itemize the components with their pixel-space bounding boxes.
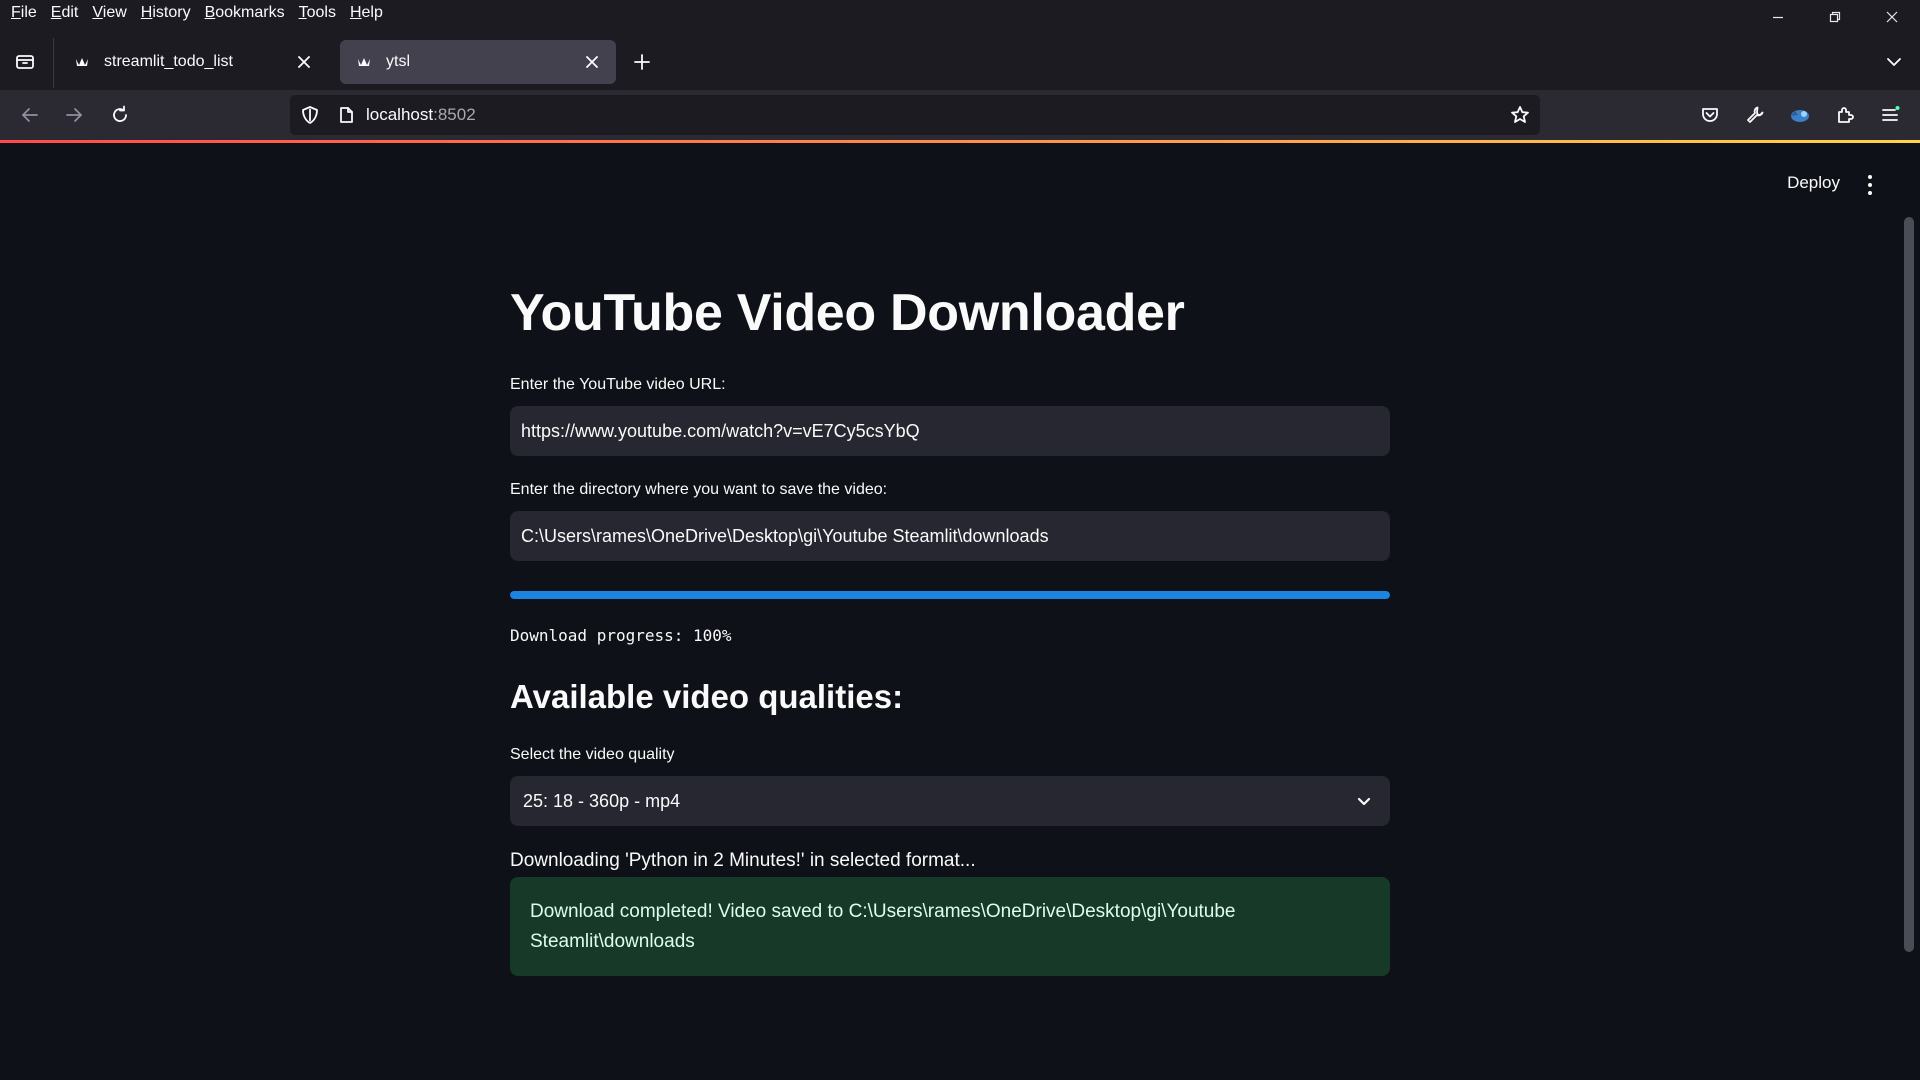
- close-icon: [586, 56, 598, 68]
- tab-title: streamlit_todo_list: [104, 53, 233, 70]
- menu-history[interactable]: History: [134, 1, 198, 25]
- extension-avatar-button[interactable]: [1782, 97, 1818, 133]
- back-button[interactable]: [12, 97, 48, 133]
- extensions-button[interactable]: [1827, 97, 1863, 133]
- kebab-menu-icon: [1868, 175, 1872, 179]
- quality-select-value: 25: 18 - 360p - mp4: [523, 791, 681, 811]
- back-arrow-icon: [22, 108, 38, 122]
- page-icon: [340, 107, 353, 123]
- qualities-heading: Available video qualities:: [510, 678, 904, 715]
- page-scrollbar[interactable]: [1904, 217, 1914, 952]
- menu-file[interactable]: File: [4, 1, 44, 25]
- url-text[interactable]: localhost:8502: [366, 95, 476, 135]
- url-host: localhost: [366, 105, 434, 124]
- tracking-protection-button[interactable]: [298, 103, 322, 127]
- deploy-button[interactable]: Deploy: [1787, 173, 1840, 193]
- success-alert: Download completed! Video saved to C:\Us…: [510, 877, 1390, 976]
- menu-bookmarks[interactable]: Bookmarks: [198, 1, 292, 25]
- restore-button[interactable]: [1806, 0, 1863, 34]
- streamlit-favicon: [74, 53, 92, 71]
- address-bar[interactable]: localhost:8502: [290, 95, 1540, 135]
- close-icon: [1886, 11, 1897, 23]
- devtools-button[interactable]: [1737, 97, 1773, 133]
- menu-tools[interactable]: Tools: [292, 1, 343, 25]
- progress-text: Download progress: 100%: [510, 626, 732, 645]
- tab-streamlit-todo-list[interactable]: streamlit_todo_list: [58, 40, 328, 84]
- url-input-label: Enter the YouTube video URL:: [510, 376, 726, 393]
- streamlit-app: Deploy YouTube Video Downloader Enter th…: [0, 143, 1920, 1080]
- minimize-icon: [1772, 16, 1783, 19]
- directory-input[interactable]: C:\Users\rames\OneDrive\Desktop\gi\Youtu…: [510, 511, 1390, 561]
- page-title: YouTube Video Downloader: [510, 284, 1185, 342]
- window-controls: [1749, 0, 1920, 34]
- reload-button[interactable]: [102, 97, 138, 133]
- menu-edit[interactable]: Edit: [44, 1, 86, 25]
- tab-close-button[interactable]: [580, 50, 604, 74]
- close-icon: [298, 56, 310, 68]
- plus-icon: [634, 54, 650, 70]
- directory-input-label: Enter the directory where you want to sa…: [510, 481, 888, 498]
- download-progress-bar: [510, 591, 1390, 599]
- quality-select[interactable]: 25: 18 - 360p - mp4: [510, 776, 1390, 826]
- success-message: Download completed! Video saved to C:\Us…: [530, 901, 1236, 952]
- menu-view[interactable]: View: [85, 1, 133, 25]
- kebab-dot: [1868, 191, 1872, 195]
- reload-icon: [113, 105, 127, 122]
- new-tab-button[interactable]: [626, 46, 658, 78]
- forward-arrow-icon: [66, 108, 82, 122]
- list-all-tabs-button[interactable]: [1878, 46, 1910, 78]
- minimize-button[interactable]: [1749, 0, 1806, 34]
- url-port: :8502: [433, 105, 476, 124]
- tab-title: ytsl: [386, 53, 410, 70]
- chevron-down-icon: [1352, 789, 1376, 813]
- hamburger-menu-icon: [1882, 106, 1900, 121]
- wrench-icon: [1747, 106, 1764, 123]
- forward-button[interactable]: [56, 97, 92, 133]
- navigation-toolbar: localhost:8502: [0, 90, 1920, 140]
- restore-icon: [1829, 11, 1840, 23]
- progress-fill: [510, 591, 1390, 599]
- pocket-icon: [1702, 108, 1718, 122]
- browser-chrome: File Edit View History Bookmarks Tools H…: [0, 0, 1920, 143]
- extensions-icon: [1838, 107, 1854, 123]
- tab-list-button[interactable]: [8, 44, 42, 78]
- tab-close-button[interactable]: [292, 50, 316, 74]
- site-info-button[interactable]: [334, 103, 358, 127]
- tab-list-icon: [16, 55, 34, 69]
- extension-avatar-icon: [1791, 110, 1809, 122]
- tab-ytsl[interactable]: ytsl: [340, 40, 616, 84]
- star-icon: [1511, 106, 1529, 123]
- url-input[interactable]: https://www.youtube.com/watch?v=vE7Cy5cs…: [510, 406, 1390, 456]
- tab-divider: [53, 38, 54, 88]
- menu-help[interactable]: Help: [343, 1, 390, 25]
- main-menu-button[interactable]: [1860, 173, 1880, 197]
- bookmark-star-button[interactable]: [1508, 103, 1532, 127]
- kebab-dot: [1868, 183, 1872, 187]
- shield-icon: [302, 106, 318, 124]
- menu-bar: File Edit View History Bookmarks Tools H…: [0, 0, 1920, 26]
- quality-select-label: Select the video quality: [510, 746, 675, 763]
- close-window-button[interactable]: [1863, 0, 1920, 34]
- app-menu-button[interactable]: [1872, 97, 1908, 133]
- tab-strip: streamlit_todo_list ytsl: [0, 38, 1920, 88]
- pocket-button[interactable]: [1692, 97, 1728, 133]
- chevron-down-icon: [1887, 58, 1901, 66]
- streamlit-favicon: [356, 53, 374, 71]
- download-status-text: Downloading 'Python in 2 Minutes!' in se…: [510, 850, 976, 871]
